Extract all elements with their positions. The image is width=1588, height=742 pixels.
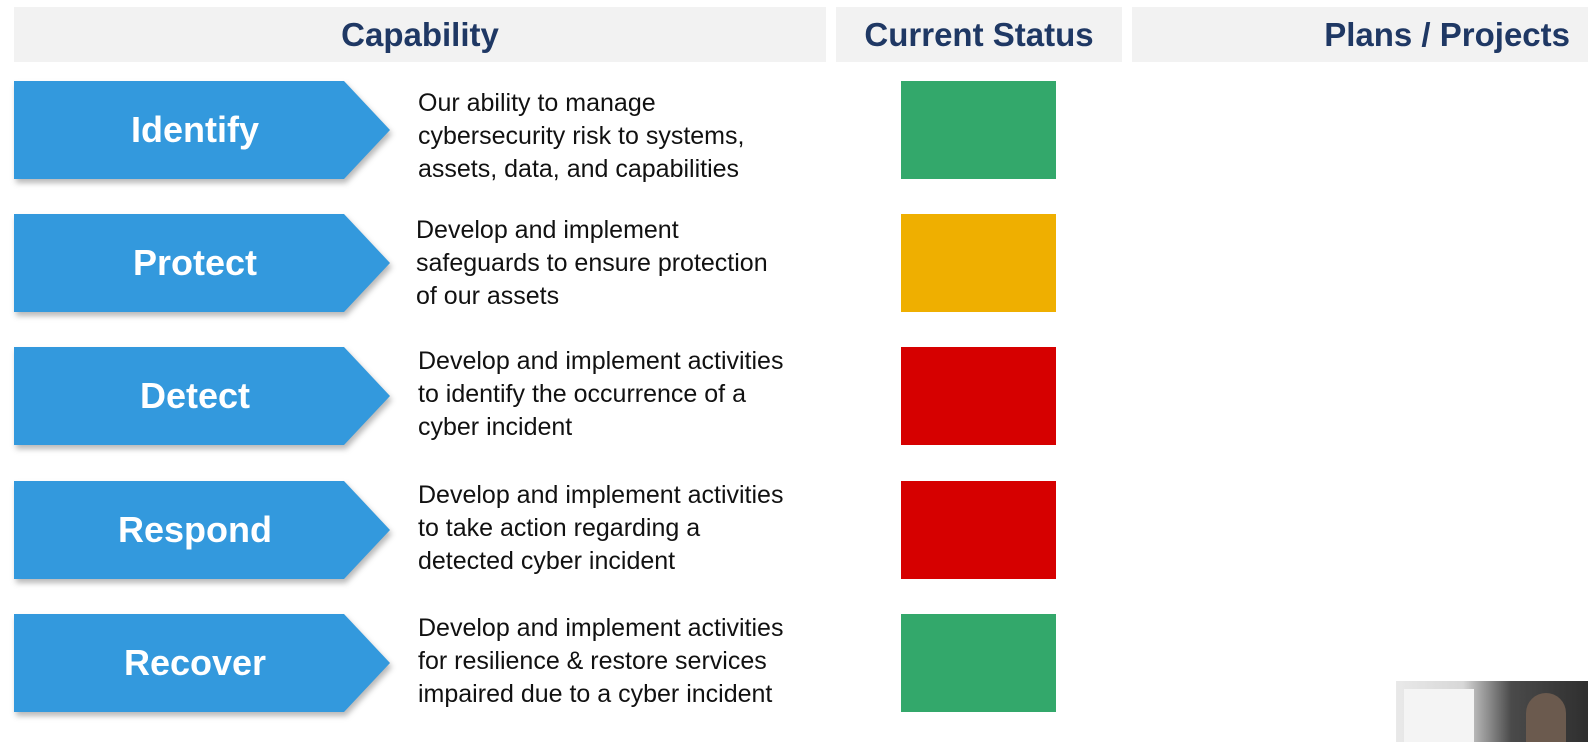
identify-arrow: Identify bbox=[14, 81, 390, 179]
description-line: detected cyber incident bbox=[418, 547, 676, 575]
description-line: Develop and implement activities bbox=[418, 614, 784, 642]
description-line: Develop and implement activities bbox=[418, 481, 784, 509]
description-line: Develop and implement activities bbox=[418, 347, 784, 375]
description-line: of our assets bbox=[416, 282, 560, 310]
presenter-video-thumbnail bbox=[1396, 681, 1588, 742]
protect-arrow: Protect bbox=[14, 214, 390, 312]
respond-label: Respond bbox=[117, 509, 272, 550]
protect-description: Develop and implement safeguards to ensu… bbox=[416, 214, 826, 313]
protect-status-indicator bbox=[901, 214, 1056, 312]
recover-description: Develop and implement activities for res… bbox=[418, 612, 828, 711]
respond-description: Develop and implement activities to take… bbox=[418, 479, 828, 578]
detect-arrow: Detect bbox=[14, 347, 390, 445]
description-line: cybersecurity risk to systems, bbox=[418, 122, 745, 150]
description-line: impaired due to a cyber incident bbox=[418, 680, 773, 708]
detect-label: Detect bbox=[139, 375, 251, 416]
capability-row-detect: Detect Develop and implement activities … bbox=[0, 347, 1588, 445]
recover-status-indicator bbox=[901, 614, 1056, 712]
capability-row-identify: Identify Our ability to manage cybersecu… bbox=[0, 81, 1588, 183]
capability-row-respond: Respond Develop and implement activities… bbox=[0, 481, 1588, 579]
description-line: to identify the occurrence of a bbox=[418, 380, 746, 408]
identify-description: Our ability to manage cybersecurity risk… bbox=[418, 87, 828, 186]
capability-row-recover: Recover Develop and implement activities… bbox=[0, 614, 1588, 712]
description-line: Develop and implement bbox=[416, 216, 679, 244]
recover-label: Recover bbox=[123, 642, 267, 683]
description-line: for resilience & restore services bbox=[418, 647, 767, 675]
plans-projects-header: Plans / Projects bbox=[1132, 7, 1588, 62]
detect-status-indicator bbox=[901, 347, 1056, 445]
capability-row-protect: Protect Develop and implement safeguards… bbox=[0, 214, 1588, 312]
protect-label: Protect bbox=[132, 242, 258, 283]
description-line: cyber incident bbox=[418, 413, 573, 441]
recover-arrow: Recover bbox=[14, 614, 390, 712]
identify-status-indicator bbox=[901, 81, 1056, 179]
identify-label: Identify bbox=[130, 109, 259, 150]
detect-description: Develop and implement activities to iden… bbox=[418, 345, 828, 444]
description-line: to take action regarding a bbox=[418, 514, 701, 542]
description-line: assets, data, and capabilities bbox=[418, 155, 740, 183]
capability-header: Capability bbox=[14, 7, 826, 62]
description-line: safeguards to ensure protection bbox=[416, 249, 768, 277]
description-line: Our ability to manage bbox=[418, 89, 656, 117]
current-status-header: Current Status bbox=[836, 7, 1122, 62]
respond-arrow: Respond bbox=[14, 481, 390, 579]
respond-status-indicator bbox=[901, 481, 1056, 579]
